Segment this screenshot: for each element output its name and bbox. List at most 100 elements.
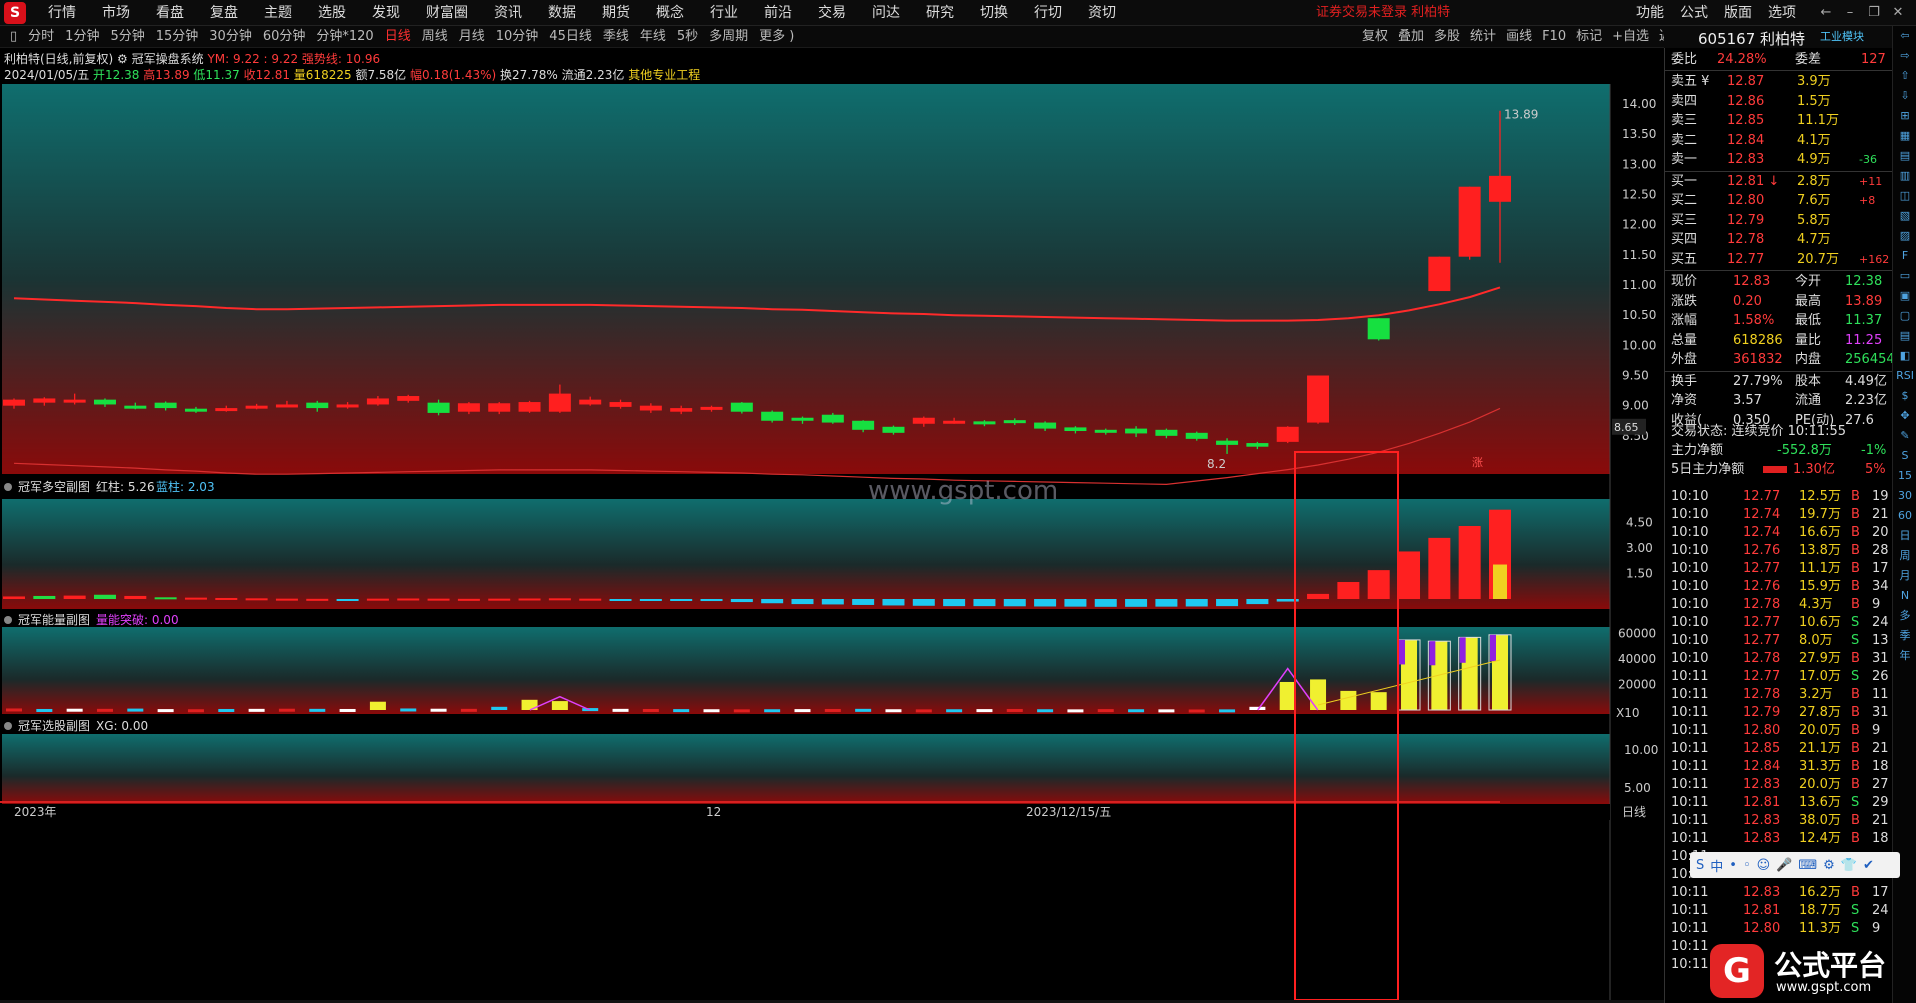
bid-row[interactable]: 买一 12.81 ↓ 2.8万 +11 xyxy=(1665,172,1893,191)
period-tab-14[interactable]: 5秒 xyxy=(677,26,698,48)
candle-body[interactable] xyxy=(852,420,875,430)
system-icon[interactable]: ⚙ xyxy=(117,52,128,66)
menu-item-16[interactable]: 研究 xyxy=(926,0,954,26)
menu-item-14[interactable]: 交易 xyxy=(818,0,846,26)
candle-body[interactable] xyxy=(609,402,632,407)
menu-item-3[interactable]: 复盘 xyxy=(210,0,238,26)
candle-body[interactable] xyxy=(1034,422,1057,429)
candle-body[interactable] xyxy=(124,405,147,409)
candle-body[interactable] xyxy=(275,404,298,408)
menu-item-7[interactable]: 财富圈 xyxy=(426,0,468,26)
candle-body[interactable] xyxy=(306,402,329,409)
period-tab-12[interactable]: 季线 xyxy=(603,26,629,48)
candle-body[interactable] xyxy=(245,405,268,409)
candle-body[interactable] xyxy=(3,399,25,406)
ime-icon[interactable]: ◦ xyxy=(1743,858,1751,873)
candle-body[interactable] xyxy=(397,396,420,401)
tool-button-7[interactable]: +自选 xyxy=(1612,26,1649,48)
candle-body[interactable] xyxy=(1458,186,1481,257)
menu-item-17[interactable]: 切换 xyxy=(980,0,1008,26)
period-tab-8[interactable]: 周线 xyxy=(422,26,448,48)
side-tool-icon[interactable]: ◫ xyxy=(1893,186,1916,206)
candle-body[interactable] xyxy=(730,402,753,412)
menu-item-8[interactable]: 资讯 xyxy=(494,0,522,26)
candle-body[interactable] xyxy=(791,417,814,421)
period-menu-icon[interactable]: ▯ xyxy=(10,26,17,48)
candle-body[interactable] xyxy=(1489,175,1511,202)
ime-icon[interactable]: ☺ xyxy=(1757,858,1771,873)
candle-body[interactable] xyxy=(912,417,935,424)
side-tool-icon[interactable]: ✎ xyxy=(1893,426,1916,446)
ime-icon[interactable]: ✔ xyxy=(1863,858,1874,873)
candle-body[interactable] xyxy=(1125,428,1148,434)
candle-body[interactable] xyxy=(518,402,541,412)
candle-body[interactable] xyxy=(215,408,238,412)
period-tab-4[interactable]: 30分钟 xyxy=(209,26,252,48)
ask-row[interactable]: 卖五 ¥ 12.87 3.9万 xyxy=(1665,72,1893,91)
ime-icon[interactable]: • xyxy=(1729,858,1737,873)
restore-icon[interactable]: ❐ xyxy=(1862,0,1886,26)
side-tool-icon[interactable]: 15 xyxy=(1893,466,1916,486)
candle-body[interactable] xyxy=(33,398,56,403)
ime-icon[interactable]: 中 xyxy=(1710,856,1723,875)
menu-item-1[interactable]: 市场 xyxy=(102,0,130,26)
period-tab-5[interactable]: 60分钟 xyxy=(263,26,306,48)
candle-body[interactable] xyxy=(1064,427,1087,432)
period-tab-11[interactable]: 45日线 xyxy=(549,26,592,48)
candle-body[interactable] xyxy=(1185,432,1208,439)
side-tool-icon[interactable]: ▦ xyxy=(1893,126,1916,146)
candle-body[interactable] xyxy=(1367,318,1390,340)
ime-icon[interactable]: 🎤 xyxy=(1776,858,1792,873)
panel-collapse-icon[interactable] xyxy=(4,722,12,730)
menu-item-0[interactable]: 行情 xyxy=(48,0,76,26)
side-tool-icon[interactable]: F xyxy=(1893,246,1916,266)
period-tab-3[interactable]: 15分钟 xyxy=(156,26,199,48)
kline-chart[interactable]: 13.89 8.2 涨 冠军多空副图 红柱: 5.26 蓝柱: 2.03 冠军能量副图 量能… xyxy=(0,84,1664,1000)
side-tool-icon[interactable]: 月 xyxy=(1893,566,1916,586)
tool-button-1[interactable]: 叠加 xyxy=(1398,26,1424,48)
side-tool-icon[interactable]: ▢ xyxy=(1893,306,1916,326)
right-menu-item-1[interactable]: 公式 xyxy=(1680,0,1708,26)
candle-body[interactable] xyxy=(154,402,177,409)
right-menu-item-0[interactable]: 功能 xyxy=(1636,0,1664,26)
side-tool-icon[interactable]: ⇩ xyxy=(1893,86,1916,106)
menu-item-5[interactable]: 选股 xyxy=(318,0,346,26)
side-tool-icon[interactable]: ⇧ xyxy=(1893,66,1916,86)
candle-body[interactable] xyxy=(1216,440,1239,445)
right-menu-item-2[interactable]: 版面 xyxy=(1724,0,1752,26)
side-tool-icon[interactable]: RSI xyxy=(1893,366,1916,386)
panel-collapse-icon[interactable] xyxy=(4,483,12,491)
ask-row[interactable]: 卖一 12.83 4.9万 -36 xyxy=(1665,150,1893,169)
candle-body[interactable] xyxy=(1246,443,1269,447)
side-tool-icon[interactable]: ▤ xyxy=(1893,146,1916,166)
bid-row[interactable]: 买二 12.80 7.6万 +8 xyxy=(1665,191,1893,210)
menu-item-4[interactable]: 主题 xyxy=(264,0,292,26)
menu-item-19[interactable]: 资切 xyxy=(1088,0,1116,26)
candle-body[interactable] xyxy=(1003,420,1026,424)
side-tool-icon[interactable]: 多 xyxy=(1893,606,1916,626)
candle-body[interactable] xyxy=(548,393,571,412)
period-tab-1[interactable]: 1分钟 xyxy=(65,26,99,48)
menu-item-10[interactable]: 期货 xyxy=(602,0,630,26)
candle-body[interactable] xyxy=(821,414,844,423)
menu-item-18[interactable]: 行切 xyxy=(1034,0,1062,26)
candle-body[interactable] xyxy=(579,399,602,405)
ime-icon[interactable]: ⌨ xyxy=(1798,858,1817,873)
side-tool-icon[interactable]: ◧ xyxy=(1893,346,1916,366)
panel-collapse-icon[interactable] xyxy=(4,616,12,624)
ime-icon[interactable]: ⚙ xyxy=(1823,858,1835,873)
ask-row[interactable]: 卖三 12.85 11.1万 xyxy=(1665,111,1893,130)
tool-button-4[interactable]: 画线 xyxy=(1506,26,1532,48)
candle-body[interactable] xyxy=(336,404,359,408)
menu-item-15[interactable]: 问达 xyxy=(872,0,900,26)
side-tool-icon[interactable]: ▨ xyxy=(1893,226,1916,246)
side-tool-icon[interactable]: ⊞ xyxy=(1893,106,1916,126)
side-tool-icon[interactable]: 日 xyxy=(1893,526,1916,546)
ime-toolbar[interactable]: S 中 • ◦ ☺ 🎤 ⌨ ⚙ 👕 ✔ xyxy=(1690,852,1900,878)
period-tab-15[interactable]: 多周期 xyxy=(709,26,748,48)
candle-body[interactable] xyxy=(1428,256,1451,292)
side-tool-icon[interactable]: ✥ xyxy=(1893,406,1916,426)
back-icon[interactable]: ← xyxy=(1814,0,1838,26)
candle-body[interactable] xyxy=(1094,429,1117,433)
tool-button-6[interactable]: 标记 xyxy=(1576,26,1602,48)
